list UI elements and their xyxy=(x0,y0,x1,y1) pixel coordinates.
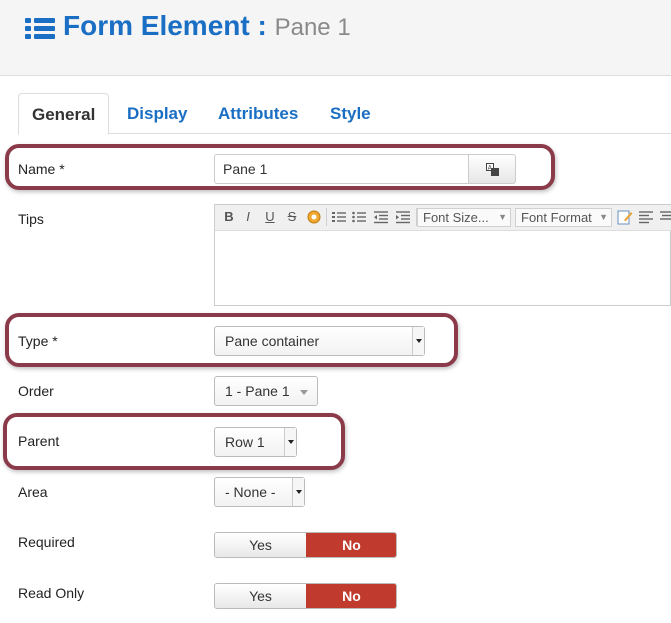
tab-display[interactable]: Display xyxy=(114,93,200,134)
order-select-value: 1 - Pane 1 xyxy=(225,383,290,399)
list-icon xyxy=(25,18,55,39)
read-only-yes-button[interactable]: Yes xyxy=(215,584,306,608)
font-size-select[interactable]: Font Size... ▼ xyxy=(417,208,511,227)
editor-toolbar: B I U S Font Size... ▼ Font Format ▼ xyxy=(215,205,671,231)
chevron-down-icon xyxy=(412,327,424,355)
read-only-no-button[interactable]: No xyxy=(306,584,396,608)
align-left-icon[interactable] xyxy=(638,209,654,225)
underline-button[interactable]: U xyxy=(262,209,278,225)
bold-button[interactable]: B xyxy=(221,209,237,225)
parent-select[interactable]: Row 1 xyxy=(214,427,297,457)
font-size-label: Font Size... xyxy=(423,210,489,225)
chevron-down-icon xyxy=(284,428,296,456)
type-select[interactable]: Pane container xyxy=(214,326,425,356)
order-select[interactable]: 1 - Pane 1 xyxy=(214,376,318,406)
required-toggle: Yes No xyxy=(214,532,397,558)
name-label: Name * xyxy=(18,161,65,177)
toolbar-separator xyxy=(326,208,327,226)
ordered-list-icon[interactable] xyxy=(331,209,347,225)
page-title-subtitle: Pane 1 xyxy=(274,14,351,41)
order-label: Order xyxy=(18,383,54,399)
italic-button[interactable]: I xyxy=(240,209,256,225)
area-label: Area xyxy=(18,484,48,500)
font-format-select[interactable]: Font Format ▼ xyxy=(515,208,612,227)
tips-editor[interactable]: B I U S Font Size... ▼ Font Format ▼ xyxy=(214,204,671,306)
parent-select-value: Row 1 xyxy=(225,434,265,450)
parent-label: Parent xyxy=(18,433,60,449)
chevron-down-icon xyxy=(300,390,308,395)
translate-icon: A xyxy=(486,163,499,176)
indent-icon[interactable] xyxy=(395,209,411,225)
read-only-label: Read Only xyxy=(18,585,85,601)
edit-source-icon[interactable] xyxy=(617,209,633,225)
area-select-value: - None - xyxy=(225,484,276,500)
required-no-button[interactable]: No xyxy=(306,533,396,557)
align-center-icon[interactable] xyxy=(658,209,671,225)
name-translate-button[interactable]: A xyxy=(468,154,516,184)
name-input[interactable]: Pane 1 xyxy=(214,154,470,184)
chevron-down-icon xyxy=(292,478,304,506)
read-only-toggle: Yes No xyxy=(214,583,397,609)
tab-attributes[interactable]: Attributes xyxy=(205,93,311,134)
tab-bar: General Display Attributes Style xyxy=(18,93,671,135)
page-title: Form Element : Pane 1 xyxy=(63,10,351,42)
unordered-list-icon[interactable] xyxy=(351,209,367,225)
type-label: Type * xyxy=(18,333,58,349)
outdent-icon[interactable] xyxy=(373,209,389,225)
clear-format-icon[interactable] xyxy=(306,209,322,225)
tab-style[interactable]: Style xyxy=(317,93,384,134)
type-select-value: Pane container xyxy=(225,333,320,349)
font-format-label: Font Format xyxy=(521,210,592,225)
chevron-down-icon: ▼ xyxy=(498,212,507,222)
page-title-main: Form Element : xyxy=(63,10,267,41)
tab-general[interactable]: General xyxy=(18,93,110,135)
area-select[interactable]: - None - xyxy=(214,477,305,507)
required-yes-button[interactable]: Yes xyxy=(215,533,306,557)
tips-label: Tips xyxy=(18,211,44,227)
chevron-down-icon: ▼ xyxy=(599,212,608,222)
page-header: Form Element : Pane 1 xyxy=(0,0,671,76)
required-label: Required xyxy=(18,534,75,550)
strikethrough-button[interactable]: S xyxy=(284,209,300,225)
